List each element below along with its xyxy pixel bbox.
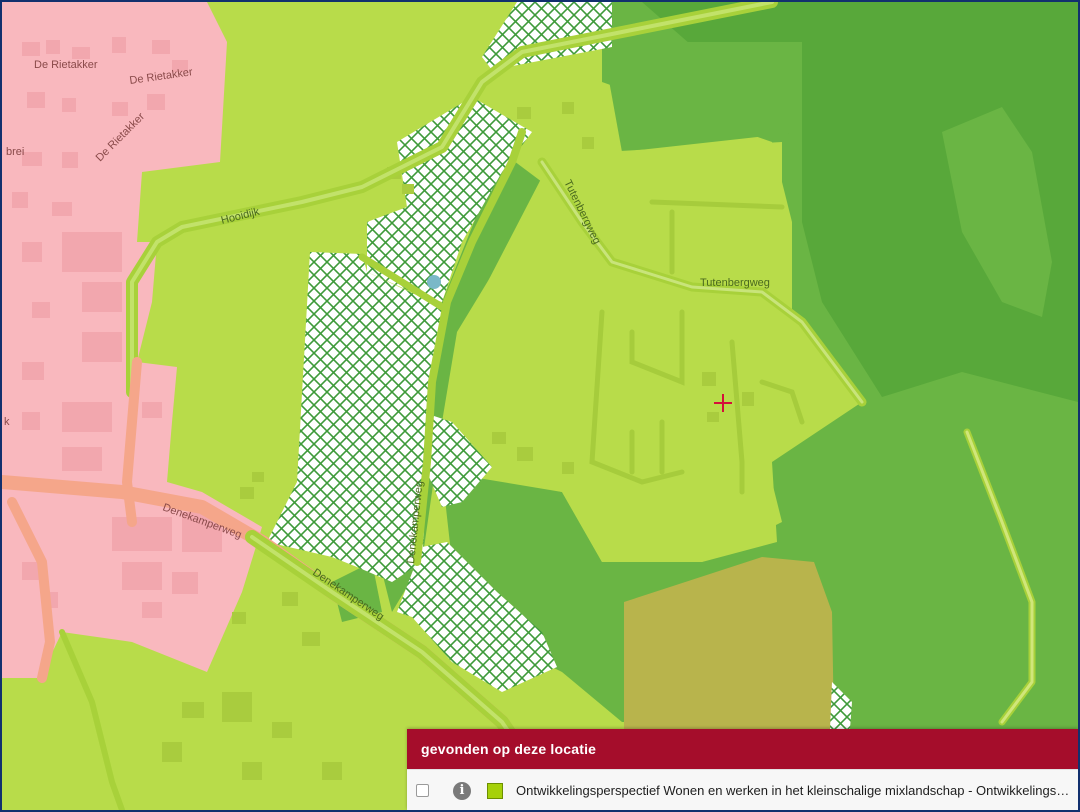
svg-text:De Rietakker: De Rietakker — [34, 59, 98, 71]
layer-label[interactable]: Ontwikkelingsperspectief Wonen en werken… — [516, 783, 1078, 798]
map-canvas[interactable]: De Rietakker De Rietakker De Rietakker b… — [2, 2, 1078, 810]
legend-swatch — [487, 782, 503, 799]
svg-text:brei: brei — [6, 146, 24, 158]
info-icon[interactable]: i — [453, 781, 471, 800]
map-viewer[interactable]: De Rietakker De Rietakker De Rietakker b… — [0, 0, 1080, 812]
result-item[interactable]: i Ontwikkelingsperspectief Wonen en werk… — [407, 769, 1078, 810]
results-panel: gevonden op deze locatie i Ontwikkelings… — [407, 729, 1078, 810]
results-panel-title: gevonden op deze locatie — [407, 729, 1078, 769]
layer-checkbox[interactable] — [416, 784, 429, 797]
svg-text:k: k — [4, 416, 10, 428]
pond — [427, 275, 441, 289]
svg-text:Tutenbergweg: Tutenbergweg — [700, 277, 770, 289]
